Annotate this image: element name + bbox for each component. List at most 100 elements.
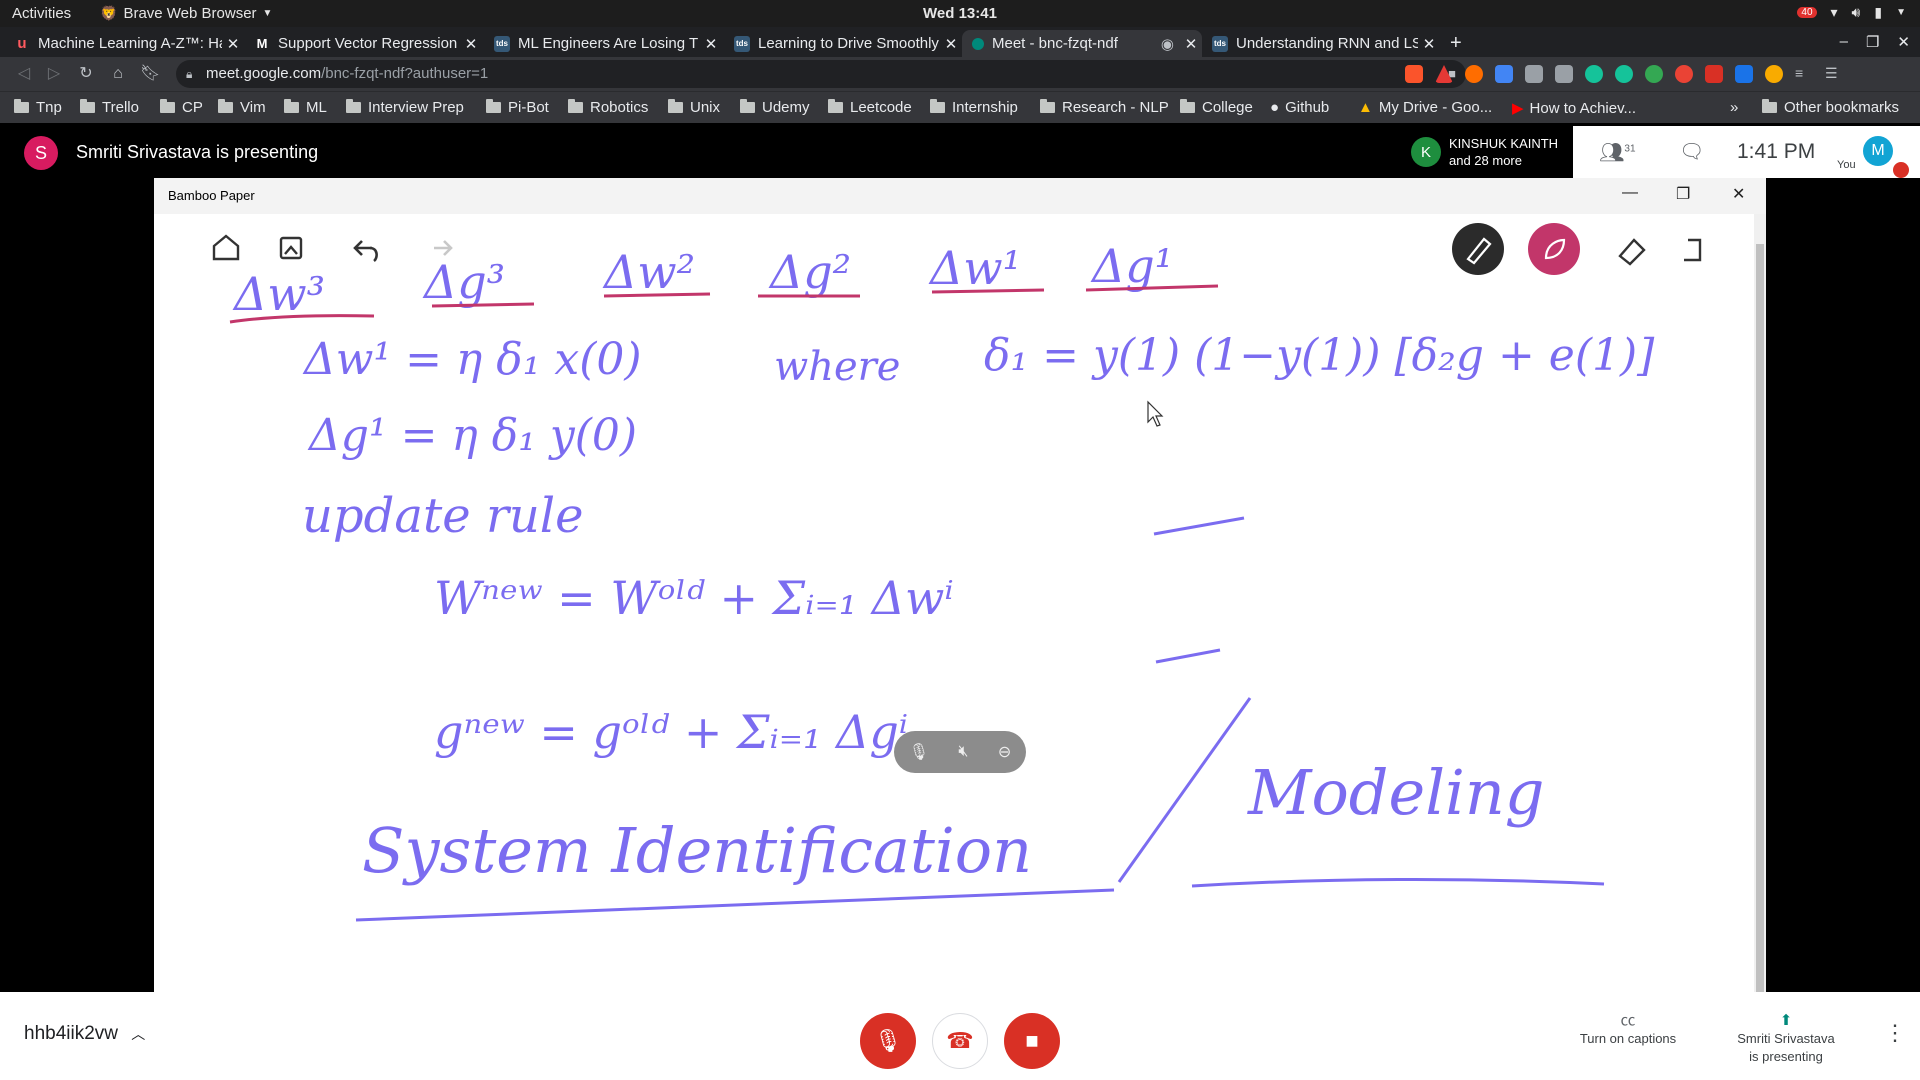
captions-button[interactable]: ㏄ Turn on captions (1568, 1012, 1688, 1048)
tab-ml-engineers[interactable]: tds ML Engineers Are Losing T ✕ (484, 30, 722, 57)
close-icon[interactable]: ✕ (1897, 33, 1910, 51)
mic-toggle-button[interactable]: 🎙︎ (860, 1013, 916, 1069)
color-picker-icon[interactable] (1528, 223, 1580, 275)
bookmark-folder[interactable]: Interview Prep (346, 99, 464, 116)
grammarly-icon[interactable] (1585, 65, 1603, 83)
close-icon[interactable]: ✕ (1418, 35, 1440, 53)
close-icon[interactable]: ✕ (940, 35, 962, 53)
system-clock[interactable]: Wed 13:41 (0, 5, 1920, 22)
address-bar[interactable]: 🔒︎ meet.google.com/bnc-fzqt-ndf?authuser… (176, 60, 1466, 88)
extension-icon[interactable] (1735, 65, 1753, 83)
meeting-details-button[interactable]: hhb4iik2vw ︿ (24, 1023, 145, 1045)
bookmark-folder[interactable]: Tnp (14, 99, 62, 116)
bookmark-folder[interactable]: Robotics (568, 99, 648, 116)
crop-icon[interactable] (1684, 238, 1702, 262)
minimize-icon[interactable]: ‒ (1840, 33, 1848, 51)
slash-stroke (1117, 697, 1252, 883)
restore-icon[interactable]: ❐ (1866, 33, 1879, 51)
self-tile[interactable]: M You (1837, 132, 1912, 178)
bookmark-folder[interactable]: ML (284, 99, 327, 116)
pen-tool-icon[interactable] (1452, 223, 1504, 275)
undo-icon[interactable] (353, 240, 378, 263)
people-icon[interactable]: 👥︎31 (1599, 140, 1636, 165)
system-tray[interactable]: 40 ▾ 🔊︎ ▮ ▼ (1797, 4, 1906, 21)
more-options-icon[interactable]: ⋮ (1884, 1020, 1906, 1046)
eraser-icon[interactable] (1618, 238, 1646, 266)
minimize-icon[interactable]: — (1622, 184, 1638, 202)
bookmark-label: Robotics (590, 99, 649, 116)
notification-badge[interactable]: 40 (1797, 7, 1817, 18)
bookmark-folder[interactable]: Unix (668, 99, 720, 116)
bookmark-folder[interactable]: Leetcode (828, 99, 912, 116)
brave-rewards-icon[interactable] (1435, 65, 1453, 83)
tab-title: Machine Learning A-Z™: Ha (38, 35, 222, 52)
scrollbar-thumb[interactable] (1756, 244, 1764, 992)
leave-call-button[interactable]: ☎︎ (932, 1013, 988, 1069)
present-now-button[interactable]: ⬆ Smriti Srivastava is presenting (1726, 1012, 1846, 1066)
close-icon[interactable]: ✕ (1180, 35, 1202, 53)
activities-button[interactable]: Activities (12, 5, 71, 22)
maximize-icon[interactable]: ❐ (1676, 184, 1690, 204)
window-titlebar: Bamboo Paper — ❐ ✕ (154, 178, 1766, 214)
camera-toggle-button[interactable]: ■ (1004, 1013, 1060, 1069)
close-icon[interactable]: ✕ (222, 35, 244, 53)
extension-icon[interactable] (1675, 65, 1693, 83)
speaker-muted-icon[interactable]: 🔇︎ (958, 743, 968, 761)
close-icon[interactable]: ✕ (1732, 184, 1745, 204)
vertical-scrollbar[interactable] (1754, 214, 1766, 992)
bookmark-drive[interactable]: ▲ My Drive - Goo... (1358, 99, 1492, 116)
extension-icon[interactable] (1525, 65, 1543, 83)
close-icon[interactable]: ✕ (700, 35, 722, 53)
new-tab-button[interactable]: + (1444, 30, 1474, 57)
remove-icon[interactable]: ⊖ (998, 742, 1011, 762)
tab-understanding-rnn[interactable]: tds Understanding RNN and LS ✕ (1202, 30, 1440, 57)
chat-icon[interactable]: 🗨︎ (1679, 139, 1704, 164)
bookmark-folder[interactable]: College (1180, 99, 1253, 116)
home-icon[interactable]: ⌂ (108, 64, 128, 84)
participant-summary[interactable]: K KINSHUK KAINTH and 28 more (1403, 126, 1573, 178)
grammarly-icon[interactable] (1615, 65, 1633, 83)
bookmark-folder[interactable]: Trello (80, 99, 139, 116)
bookmark-folder[interactable]: Udemy (740, 99, 810, 116)
close-icon[interactable]: ✕ (460, 35, 482, 53)
tab-machine-learning[interactable]: u Machine Learning A-Z™: Ha ✕ (4, 30, 244, 57)
menu-icon[interactable]: ☰ (1825, 65, 1843, 83)
back-arrow-icon[interactable]: ◁ (14, 64, 34, 84)
tab-support-vector[interactable]: M Support Vector Regression ✕ (244, 30, 482, 57)
reload-icon[interactable]: ↻ (76, 64, 96, 84)
redo-icon[interactable] (434, 240, 453, 256)
drawing-canvas[interactable]: Δw³ Δg³ Δw² Δg² Δw¹ Δg¹ Δw¹ = η δ₁ x(0) … (154, 214, 1754, 992)
other-bookmarks[interactable]: Other bookmarks (1762, 99, 1899, 116)
bookmark-folder[interactable]: Pi-Bot (486, 99, 549, 116)
extension-icon[interactable] (1555, 65, 1573, 83)
media-control-icon[interactable]: ≡ (1795, 65, 1813, 83)
bookmark-label: Vim (240, 99, 266, 116)
tab-learning-to-drive[interactable]: tds Learning to Drive Smoothly ✕ (724, 30, 962, 57)
bookmark-label: ML (306, 99, 327, 116)
extension-icon[interactable] (1495, 65, 1513, 83)
bookmark-github[interactable]: ● Github (1270, 99, 1329, 116)
extension-icon[interactable] (1765, 65, 1783, 83)
extension-icon[interactable] (1645, 65, 1663, 83)
bookmark-folder[interactable]: Vim (218, 99, 266, 116)
bookmark-icon[interactable]: 🔖︎ (140, 64, 160, 84)
bookmark-folder[interactable]: CP (160, 99, 203, 116)
extension-icon[interactable] (1465, 65, 1483, 83)
wifi-icon: ▾ (1830, 4, 1838, 20)
image-icon[interactable] (279, 236, 303, 260)
bookmark-youtube[interactable]: ▶ How to Achiev... (1512, 99, 1636, 118)
tab-title: ML Engineers Are Losing T (518, 35, 699, 52)
extension-icon[interactable] (1705, 65, 1723, 83)
handwritten-text: Δw³ (232, 267, 325, 321)
home-icon[interactable] (212, 234, 240, 261)
bookmark-folder[interactable]: Research - NLP (1040, 99, 1169, 116)
bookmark-folder[interactable]: Internship (930, 99, 1018, 116)
app-menu[interactable]: 🦁 Brave Web Browser ▼ (100, 5, 272, 22)
forward-arrow-icon[interactable]: ▷ (44, 64, 64, 84)
participant-avatar: K (1411, 137, 1441, 167)
mic-off-icon[interactable]: 🎙︎ (909, 742, 929, 762)
brave-shields-icon[interactable] (1405, 65, 1423, 83)
bookmarks-overflow-icon[interactable]: » (1730, 99, 1738, 116)
bookmark-label: Trello (102, 99, 139, 116)
tab-meet[interactable]: Meet - bnc-fzqt-ndf ◉ ✕ (962, 30, 1202, 57)
